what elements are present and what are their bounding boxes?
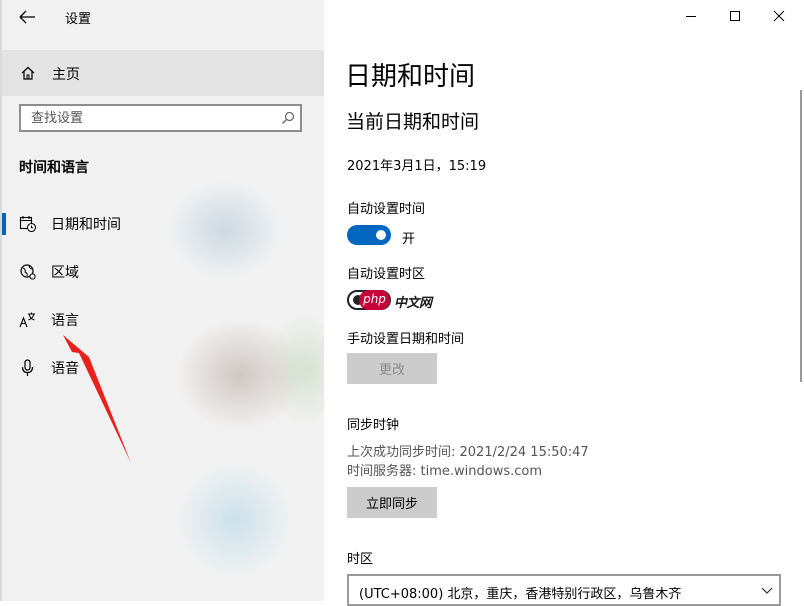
search-input[interactable] [21, 106, 276, 130]
maximize-button[interactable] [720, 6, 750, 28]
app-title: 设置 [65, 12, 92, 27]
minimize-icon [686, 16, 696, 17]
timezone-label: 时区 [347, 552, 374, 567]
current-datetime: 2021年3月1日，15:19 [347, 159, 487, 174]
sidebar-item-region[interactable]: 区域 [2, 250, 324, 294]
content-pane: 日期和时间 当前日期和时间 2021年3月1日，15:19 自动设置时间 开 自… [324, 0, 804, 606]
search-icon[interactable] [280, 110, 296, 126]
calendar-clock-icon [19, 216, 37, 233]
manual-datetime-label: 手动设置日期和时间 [347, 332, 465, 347]
language-icon [19, 312, 35, 328]
minimize-button[interactable] [676, 6, 706, 28]
auto-time-label: 自动设置时间 [347, 202, 426, 217]
toggle-state-text: 开 [402, 232, 416, 247]
timezone-select[interactable]: (UTC+08:00) 北京，重庆，香港特别行政区，乌鲁木齐 [347, 574, 781, 606]
time-server-text: 时间服务器: time.windows.com [347, 464, 543, 479]
back-arrow-icon [19, 10, 35, 24]
auto-timezone-label: 自动设置时区 [347, 267, 426, 282]
close-button[interactable] [764, 6, 794, 28]
sidebar-item-language[interactable]: 语言 [2, 298, 324, 342]
chevron-down-icon [761, 587, 773, 594]
toggle-knob [376, 230, 386, 240]
maximize-icon [730, 11, 740, 21]
section-title: 当前日期和时间 [346, 111, 480, 133]
sidebar-item-label: 区域 [51, 265, 79, 281]
search-box[interactable] [19, 104, 302, 132]
back-button[interactable] [16, 6, 40, 28]
globe-icon [20, 264, 36, 280]
watermark-logo: php [359, 290, 390, 310]
sync-clock-label: 同步时钟 [347, 418, 400, 433]
sidebar-item-speech[interactable]: 语音 [2, 346, 324, 390]
microphone-icon [21, 359, 34, 376]
sidebar-item-label: 语言 [51, 313, 79, 329]
sidebar-item-home[interactable]: 主页 [2, 50, 324, 96]
title-bar: 设置 [0, 0, 324, 34]
watermark-text: 中文网 [394, 296, 432, 311]
sync-now-button[interactable]: 立即同步 [347, 487, 437, 518]
timezone-value: (UTC+08:00) 北京，重庆，香港特别行政区，乌鲁木齐 [359, 587, 682, 602]
section-heading: 时间和语言 [19, 160, 89, 176]
sidebar: 设置 主页 时间和语言 日期和时间 区域 [0, 0, 324, 601]
page-title: 日期和时间 [345, 62, 476, 92]
scrollbar[interactable] [800, 90, 802, 382]
last-sync-text: 上次成功同步时间: 2021/2/24 15:50:47 [347, 445, 589, 460]
sidebar-item-label: 日期和时间 [51, 217, 121, 233]
auto-time-toggle[interactable] [347, 225, 391, 245]
sidebar-item-date-time[interactable]: 日期和时间 [2, 202, 324, 246]
home-icon [21, 66, 35, 80]
change-button[interactable]: 更改 [347, 353, 437, 384]
sidebar-item-label: 语音 [51, 361, 79, 377]
sidebar-item-label: 主页 [52, 67, 80, 83]
close-icon [773, 10, 785, 22]
